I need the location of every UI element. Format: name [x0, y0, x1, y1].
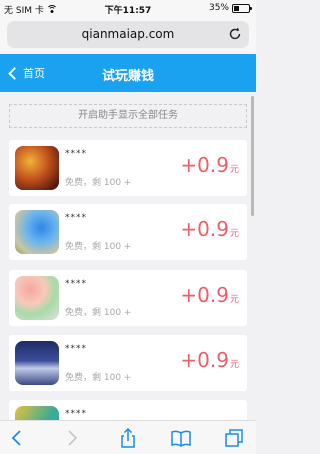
task-item[interactable]: **** 免费，剩 100 + +0.9元 [9, 335, 247, 391]
task-reward: +0.9元 [180, 348, 239, 372]
share-icon[interactable] [117, 427, 139, 449]
page-title: 试玩赚钱 [101, 69, 154, 84]
browser-toolbar [0, 420, 256, 454]
bookmarks-icon[interactable] [170, 427, 192, 449]
task-app-name: **** [65, 279, 87, 289]
status-bar: 无 SIM 卡 下午11:57 35% [0, 0, 256, 17]
reward-unit: 元 [229, 360, 239, 370]
task-app-name: **** [65, 344, 87, 354]
task-subtitle: 免费，剩 100 + [65, 308, 132, 318]
task-reward: +0.9元 [180, 153, 239, 177]
task-subtitle: 免费，剩 100 + [65, 373, 132, 383]
task-subtitle: 免费，剩 100 + [65, 242, 132, 252]
app-root: 无 SIM 卡 下午11:57 35% qianmaiap.com 首页 试玩赚… [0, 0, 256, 454]
forward-icon[interactable] [61, 427, 83, 449]
back-icon[interactable] [6, 427, 28, 449]
reward-unit: 元 [229, 229, 239, 239]
tabs-icon[interactable] [223, 427, 245, 449]
task-item[interactable]: **** 免费，剩 100 + +0.9元 [9, 204, 247, 260]
task-item[interactable]: **** 免费，剩 100 + +0.9元 [9, 270, 247, 326]
app-thumbnail [15, 276, 59, 320]
battery-percent: 35% [208, 3, 229, 13]
task-reward: +0.9元 [180, 283, 239, 307]
app-thumbnail [15, 146, 59, 190]
reward-amount: +0.9 [180, 153, 229, 177]
reward-unit: 元 [229, 295, 239, 305]
task-item[interactable]: **** 免费，剩 100 + +0.9元 [9, 140, 247, 196]
reward-unit: 元 [229, 165, 239, 175]
task-app-name: **** [65, 213, 87, 223]
reload-icon[interactable] [228, 27, 242, 41]
page-header: 首页 试玩赚钱 [0, 54, 256, 92]
task-app-name: **** [65, 409, 87, 419]
reward-amount: +0.9 [180, 217, 229, 241]
scrollbar[interactable] [251, 96, 254, 216]
status-right: 35% [208, 3, 252, 13]
battery-icon [232, 3, 252, 13]
reward-amount: +0.9 [180, 348, 229, 372]
task-subtitle: 免费，剩 100 + [65, 178, 132, 188]
reward-amount: +0.9 [180, 283, 229, 307]
app-thumbnail [15, 210, 59, 254]
url-text[interactable]: qianmaiap.com [7, 27, 249, 41]
enable-assistant-notice[interactable]: 开启助手显示全部任务 [9, 104, 247, 128]
task-app-name: **** [65, 149, 87, 159]
battery-fill [234, 5, 239, 11]
address-bar[interactable]: qianmaiap.com [7, 21, 249, 48]
app-thumbnail [15, 341, 59, 385]
task-reward: +0.9元 [180, 217, 239, 241]
browser-url-area: qianmaiap.com [0, 17, 256, 54]
